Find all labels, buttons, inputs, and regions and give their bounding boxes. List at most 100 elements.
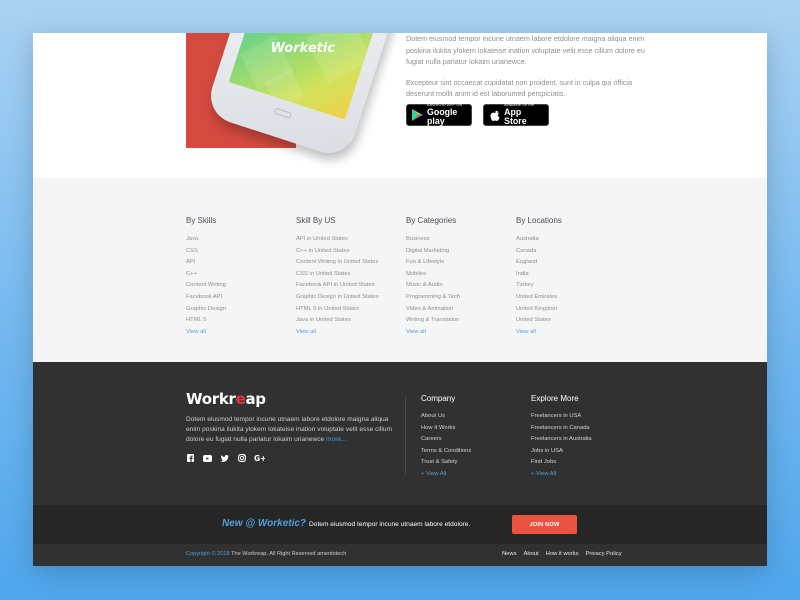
category-link[interactable]: United States xyxy=(516,315,626,327)
promo-paragraph-1: Dotem eiusmod tempor incune utnaem labor… xyxy=(406,34,645,66)
categories-section: By Skills Java CSS API C++ Content Writi… xyxy=(33,178,767,362)
footer-divider xyxy=(405,395,406,475)
category-link[interactable]: CSS xyxy=(186,246,296,258)
category-title: Skill By US xyxy=(296,216,336,225)
bottom-links: News About How it works Privacy Policy xyxy=(502,551,622,557)
app-store-button[interactable]: Available on the App Store xyxy=(483,104,549,126)
bottom-link-about[interactable]: About xyxy=(524,551,539,557)
category-title: By Locations xyxy=(516,216,562,225)
category-title: By Skills xyxy=(186,216,217,225)
google-play-icon xyxy=(412,109,423,122)
footer-link[interactable]: About Us xyxy=(421,411,471,423)
footer: Workreap Dotem eiusmod tempor incune utn… xyxy=(33,362,767,505)
footer-link[interactable]: Find Jobs xyxy=(531,457,592,469)
apple-icon xyxy=(489,109,500,122)
category-column-skill-by-us: Skill By US API in United States C++ in … xyxy=(296,216,406,338)
google-play-button[interactable]: ANDROID APP ON Google play xyxy=(406,104,472,126)
category-link[interactable]: Writing & Translation xyxy=(406,315,516,327)
category-link[interactable]: C++ in United States xyxy=(296,246,406,258)
category-link[interactable]: C++ xyxy=(186,269,296,281)
category-link[interactable]: HTML 5 xyxy=(186,315,296,327)
category-link[interactable]: Content Writing in United States xyxy=(296,257,406,269)
join-now-button[interactable]: JOIN NOW xyxy=(512,515,577,534)
category-column-locations: By Locations Australia Canada England In… xyxy=(516,216,626,338)
category-link[interactable]: Fun & Lifestyle xyxy=(406,257,516,269)
footer-link[interactable]: Careers xyxy=(421,434,471,446)
view-all-link[interactable]: View all xyxy=(406,327,516,339)
company-view-all[interactable]: + View All xyxy=(421,469,471,481)
app-store-big: App Store xyxy=(504,107,527,126)
category-link[interactable]: Music & Audio xyxy=(406,280,516,292)
category-link[interactable]: England xyxy=(516,257,626,269)
footer-about: Dotem eiusmod tempor incune utnaem labor… xyxy=(186,416,392,443)
category-link[interactable]: Australia xyxy=(516,234,626,246)
company-title: Company xyxy=(421,394,456,403)
category-link[interactable]: Facebook API xyxy=(186,292,296,304)
category-link[interactable]: API in United States xyxy=(296,234,406,246)
category-link[interactable]: Java xyxy=(186,234,296,246)
twitter-icon[interactable] xyxy=(220,454,229,464)
category-link[interactable]: Graphic Design in United States xyxy=(296,292,406,304)
category-link[interactable]: HTML 5 in United States xyxy=(296,304,406,316)
app-promo-section: Worketic Dotem eiusmod tempor incune utn… xyxy=(33,33,767,178)
footer-logo[interactable]: Workreap xyxy=(186,390,266,408)
category-link[interactable]: CSS in United States xyxy=(296,269,406,281)
view-all-link[interactable]: View all xyxy=(516,327,626,339)
view-all-link[interactable]: View all xyxy=(186,327,296,339)
category-link[interactable]: Java in United States xyxy=(296,315,406,327)
category-link[interactable]: Video & Animation xyxy=(406,304,516,316)
view-all-link[interactable]: View all xyxy=(296,327,406,339)
phone-logo: Worketic xyxy=(270,41,336,57)
category-link[interactable]: India xyxy=(516,269,626,281)
footer-link[interactable]: Terms & Conditions xyxy=(421,446,471,458)
category-link[interactable]: United Emirates xyxy=(516,292,626,304)
bottom-link-privacy[interactable]: Privacy Policy xyxy=(586,551,622,557)
category-column-categories: By Categories Business Digital Marketing… xyxy=(406,216,516,338)
social-links: G+ xyxy=(186,454,266,464)
more-link[interactable]: more... xyxy=(326,436,347,443)
category-link[interactable]: Programming & Tech xyxy=(406,292,516,304)
category-link[interactable]: Canada xyxy=(516,246,626,258)
footer-link[interactable]: How It Works xyxy=(421,423,471,435)
promo-text: Dotem eiusmod tempor incune utnaem labor… xyxy=(406,33,646,109)
category-link[interactable]: Content Writing xyxy=(186,280,296,292)
category-link[interactable]: Digital Marketing xyxy=(406,246,516,258)
explore-title: Explore More xyxy=(531,394,579,403)
facebook-icon[interactable] xyxy=(186,454,195,464)
category-link[interactable]: API xyxy=(186,257,296,269)
explore-view-all[interactable]: + View All xyxy=(531,469,592,481)
footer-link[interactable]: Freelancers in Canada xyxy=(531,423,592,435)
promo-paragraph-2: Excepteur sint occaecat cupidatat non pr… xyxy=(406,77,633,99)
phone-screen: Worketic xyxy=(228,33,382,120)
youtube-icon[interactable] xyxy=(203,454,212,464)
category-link[interactable]: Facebook API in United States xyxy=(296,280,406,292)
cta-bar: New @ Worketic? Dotem eiusmod tempor incu… xyxy=(33,505,767,544)
category-link[interactable]: Business xyxy=(406,234,516,246)
page-frame: Worketic Dotem eiusmod tempor incune utn… xyxy=(33,33,767,566)
bottom-link-how-it-works[interactable]: How it works xyxy=(546,551,579,557)
phone-home-button xyxy=(273,107,293,119)
footer-link[interactable]: Jobs in USA xyxy=(531,446,592,458)
bottom-link-news[interactable]: News xyxy=(502,551,517,557)
cta-text: New @ Worketic? Dotem eiusmod tempor incu… xyxy=(222,518,470,529)
category-link[interactable]: Mobiles xyxy=(406,269,516,281)
explore-column: Explore More Freelancers in USA Freelanc… xyxy=(531,394,592,481)
instagram-icon[interactable] xyxy=(237,454,246,464)
footer-link[interactable]: Trust & Safety xyxy=(421,457,471,469)
store-buttons: ANDROID APP ON Google play Available on … xyxy=(406,104,549,126)
copyright: Copyright © 2018 The Workreap, All Right… xyxy=(186,551,347,557)
footer-link[interactable]: Freelancers in USA xyxy=(531,411,592,423)
category-column-skills: By Skills Java CSS API C++ Content Writi… xyxy=(186,216,296,338)
google-play-big: Google play xyxy=(427,107,458,126)
footer-link[interactable]: Freelancers in Australia xyxy=(531,434,592,446)
svg-text:G+: G+ xyxy=(254,454,265,462)
google-plus-icon[interactable]: G+ xyxy=(254,454,266,464)
cta-highlight: New @ Worketic? xyxy=(222,518,307,529)
category-link[interactable]: United Kingdom xyxy=(516,304,626,316)
category-title: By Categories xyxy=(406,216,457,225)
company-column: Company About Us How It Works Careers Te… xyxy=(421,394,471,481)
category-link[interactable]: Turkey xyxy=(516,280,626,292)
cta-message: Dotem eiusmod tempor incune utnaem labor… xyxy=(309,521,471,528)
category-link[interactable]: Graphic Design xyxy=(186,304,296,316)
bottom-bar: Copyright © 2018 The Workreap, All Right… xyxy=(33,544,767,566)
